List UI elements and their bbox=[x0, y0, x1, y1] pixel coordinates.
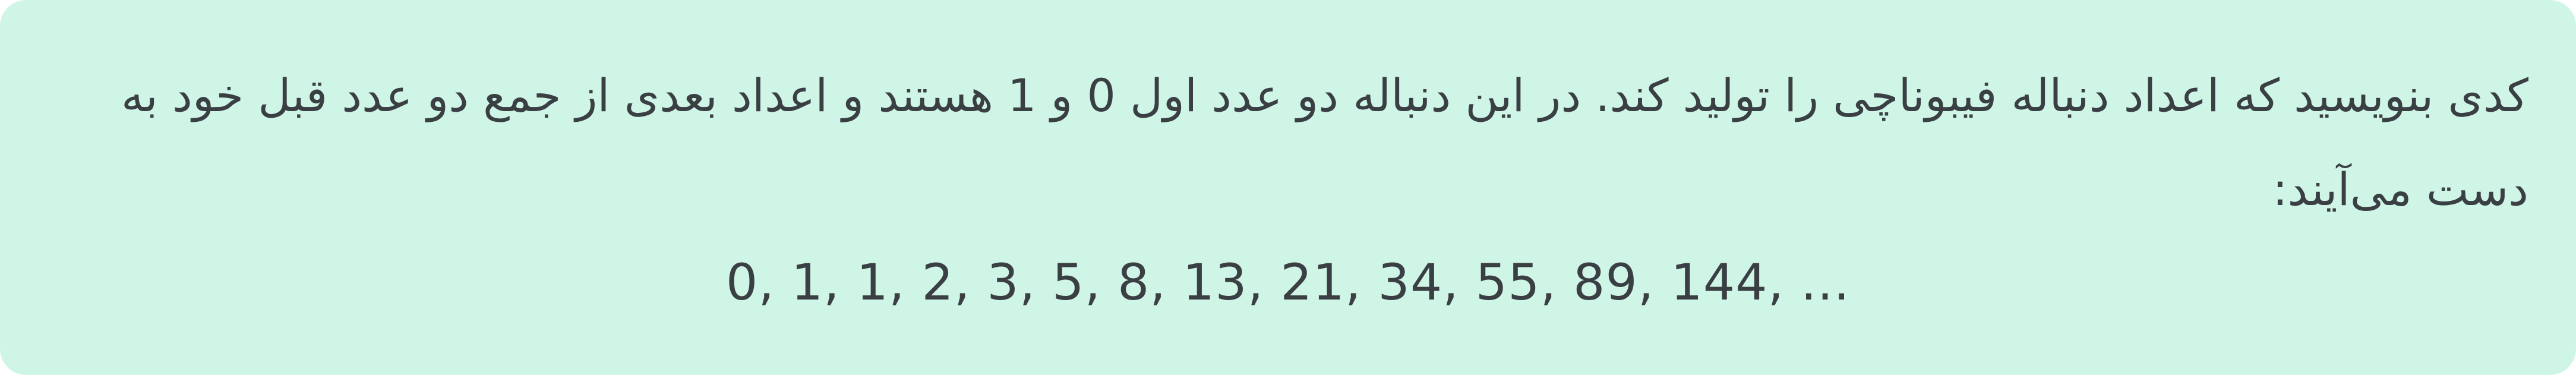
problem-card: کدی بنویسید که اعداد دنباله فیبوناچی را … bbox=[0, 0, 2576, 375]
problem-description: کدی بنویسید که اعداد دنباله فیبوناچی را … bbox=[121, 69, 2528, 216]
fibonacci-sequence: 0, 1, 1, 2, 3, 5, 8, 13, 21, 34, 55, 89,… bbox=[725, 253, 1851, 311]
